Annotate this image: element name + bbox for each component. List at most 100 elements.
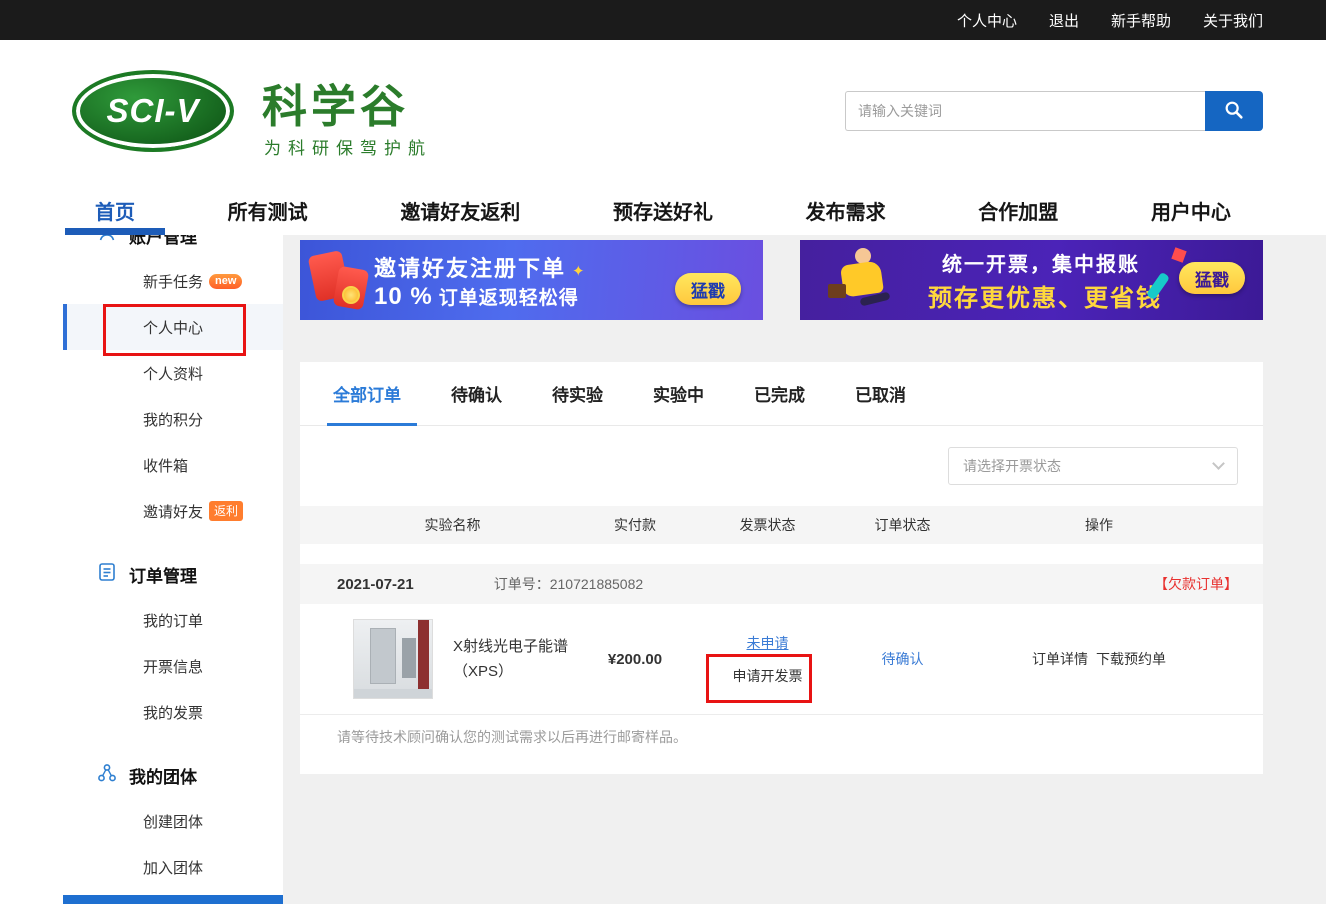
nav-item-user-center[interactable]: 用户中心 — [1151, 185, 1231, 235]
search-icon — [1223, 99, 1245, 124]
order-meta-row: 2021-07-21 订单号：210721885082 【欠款订单】 — [300, 564, 1263, 604]
invoice-cell: 未申请 申请开发票 — [700, 633, 835, 686]
sidebar-section-orders[interactable]: 订单管理 — [63, 551, 283, 597]
invoice-status-filter-value: 请选择开票状态 — [963, 456, 1061, 476]
nav-item-home[interactable]: 首页 — [95, 185, 135, 235]
topbar-link-newbie-help[interactable]: 新手帮助 — [1111, 10, 1171, 31]
search-input[interactable] — [845, 91, 1205, 131]
column-paid-amount: 实付款 — [570, 515, 700, 535]
prepay-banner-subtitle: 预存更优惠、更省钱 — [928, 278, 1162, 313]
header: SCI-V 科学谷 为科研保驾护航 — [0, 40, 1326, 185]
sidebar-item-label: 我的积分 — [143, 409, 203, 430]
sidebar-item-label: 个人中心 — [143, 317, 203, 338]
order-number: 订单号：210721885082 — [494, 574, 643, 594]
sidebar-item-label: 我的订单 — [143, 610, 203, 631]
invite-banner-cta-button[interactable]: 猛戳 — [675, 273, 741, 305]
order-actions: 订单详情 下载预约单 — [970, 649, 1228, 669]
main-nav: 首页 所有测试 邀请好友返利 预存送好礼 发布需求 合作加盟 用户中心 — [0, 185, 1326, 235]
orders-card: 全部订单 待确认 待实验 实验中 已完成 已取消 请选择开票状态 实验名称 实付… — [300, 362, 1263, 774]
new-badge: new — [209, 274, 242, 289]
chevron-down-icon — [1212, 457, 1225, 470]
column-experiment-name: 实验名称 — [335, 515, 570, 535]
order-price: ¥200.00 — [570, 651, 700, 668]
coin-icon — [342, 286, 360, 304]
sidebar-item-label: 创建团体 — [143, 811, 203, 832]
account-icon — [97, 235, 117, 248]
sidebar-bottom-bar — [63, 895, 283, 904]
invite-banner-title: 邀请好友注册下单✦ — [374, 251, 587, 283]
sidebar-section-groups-label: 我的团体 — [129, 763, 197, 788]
debt-order-tag: 【欠款订单】 — [1154, 574, 1238, 594]
apply-invoice-button[interactable]: 申请开发票 — [733, 666, 803, 686]
sidebar-item-my-invoices[interactable]: 我的发票 — [63, 689, 283, 735]
sidebar: 账户管理 新手任务 new 个人中心 个人资料 我的积分 收件箱 邀请好友 返利 — [63, 235, 283, 904]
sidebar-section-account[interactable]: 账户管理 — [63, 235, 283, 258]
logo[interactable]: SCI-V — [72, 70, 234, 152]
sidebar-item-label: 加入团体 — [143, 857, 203, 878]
sidebar-item-join-group[interactable]: 加入团体 — [63, 844, 283, 890]
sidebar-item-inbox[interactable]: 收件箱 — [63, 442, 283, 488]
sidebar-item-newbie-tasks[interactable]: 新手任务 new — [63, 258, 283, 304]
order-date: 2021-07-21 — [337, 576, 414, 593]
tab-all-orders[interactable]: 全部订单 — [333, 362, 401, 425]
topbar-link-logout[interactable]: 退出 — [1049, 10, 1079, 31]
sidebar-item-label: 邀请好友 — [143, 501, 203, 522]
nav-item-cooperation[interactable]: 合作加盟 — [978, 185, 1058, 235]
sidebar-item-label: 个人资料 — [143, 363, 203, 384]
banner-row: 邀请好友注册下单✦ 10 %订单返现轻松得 猛戳 统一开票，集中报账 预存更优惠… — [300, 240, 1263, 320]
sidebar-item-invite-friends[interactable]: 邀请好友 返利 — [63, 488, 283, 534]
prepay-banner-title: 统一开票，集中报账 — [942, 248, 1140, 277]
nav-item-all-tests[interactable]: 所有测试 — [228, 185, 308, 235]
sidebar-section-orders-label: 订单管理 — [129, 562, 197, 587]
invoice-status-filter[interactable]: 请选择开票状态 — [948, 447, 1238, 485]
tab-pending-experiment[interactable]: 待实验 — [552, 362, 603, 425]
invite-banner-subtitle: 10 %订单返现轻松得 — [374, 283, 579, 311]
download-reservation-link[interactable]: 下载预约单 — [1096, 649, 1166, 669]
tab-cancelled[interactable]: 已取消 — [855, 362, 906, 425]
sparkle-icon: ✦ — [572, 263, 587, 280]
businessman-illustration — [828, 248, 898, 314]
invite-subtitle-text: 订单返现轻松得 — [439, 288, 579, 309]
tab-completed[interactable]: 已完成 — [754, 362, 805, 425]
product-thumbnail[interactable] — [353, 619, 433, 699]
rebate-badge: 返利 — [209, 501, 243, 521]
sidebar-item-label: 收件箱 — [143, 455, 188, 476]
group-icon — [97, 763, 117, 788]
column-order-status: 订单状态 — [835, 515, 970, 535]
filter-row: 请选择开票状态 — [300, 426, 1263, 506]
brand-name: 科学谷 — [262, 70, 409, 135]
tab-in-experiment[interactable]: 实验中 — [653, 362, 704, 425]
column-invoice-status: 发票状态 — [700, 515, 835, 535]
order-note: 请等待技术顾问确认您的测试需求以后再进行邮寄样品。 — [300, 714, 1263, 760]
sidebar-item-points[interactable]: 我的积分 — [63, 396, 283, 442]
brand-tagline: 为科研保驾护航 — [264, 134, 432, 159]
topbar-link-personal-center[interactable]: 个人中心 — [957, 10, 1017, 31]
search-bar — [845, 91, 1263, 131]
prepay-banner[interactable]: 统一开票，集中报账 预存更优惠、更省钱 猛戳 — [800, 240, 1263, 320]
prepay-banner-cta-button[interactable]: 猛戳 — [1179, 262, 1245, 294]
search-button[interactable] — [1205, 91, 1263, 131]
body: 账户管理 新手任务 new 个人中心 个人资料 我的积分 收件箱 邀请好友 返利 — [0, 235, 1326, 904]
sidebar-item-label: 我的发票 — [143, 702, 203, 723]
confetti-icon — [1171, 247, 1186, 262]
sidebar-section-groups[interactable]: 我的团体 — [63, 752, 283, 798]
product-cell: X射线光电子能谱 （XPS） — [335, 619, 570, 699]
orders-icon — [97, 562, 117, 587]
sidebar-item-my-orders[interactable]: 我的订单 — [63, 597, 283, 643]
sidebar-item-personal-center[interactable]: 个人中心 — [63, 304, 283, 350]
nav-item-prepay-gift[interactable]: 预存送好礼 — [613, 185, 713, 235]
invoice-status-link[interactable]: 未申请 — [747, 633, 789, 653]
topbar-link-about-us[interactable]: 关于我们 — [1203, 10, 1263, 31]
sidebar-item-profile[interactable]: 个人资料 — [63, 350, 283, 396]
sidebar-item-label: 新手任务 — [143, 271, 203, 292]
sidebar-item-invoice-info[interactable]: 开票信息 — [63, 643, 283, 689]
page: 个人中心 退出 新手帮助 关于我们 SCI-V 科学谷 为科研保驾护航 首页 所… — [0, 0, 1326, 904]
order-row: X射线光电子能谱 （XPS） ¥200.00 未申请 申请开发票 待确认 订单详… — [300, 604, 1263, 714]
nav-item-invite-rebate[interactable]: 邀请好友返利 — [400, 185, 520, 235]
nav-item-post-demand[interactable]: 发布需求 — [806, 185, 886, 235]
sidebar-item-create-group[interactable]: 创建团体 — [63, 798, 283, 844]
sidebar-section-account-label: 账户管理 — [129, 235, 197, 248]
invite-banner[interactable]: 邀请好友注册下单✦ 10 %订单返现轻松得 猛戳 — [300, 240, 763, 320]
tab-pending-confirm[interactable]: 待确认 — [451, 362, 502, 425]
order-detail-link[interactable]: 订单详情 — [1032, 649, 1088, 669]
